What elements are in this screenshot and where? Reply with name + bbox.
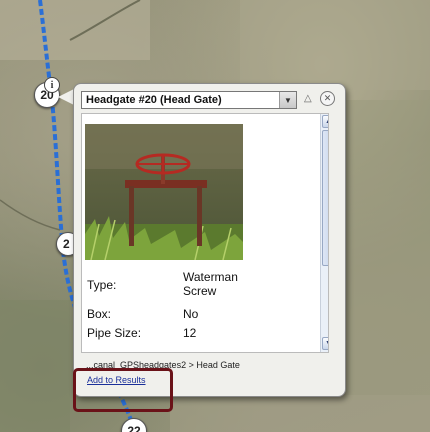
close-icon[interactable]: ✕ bbox=[320, 91, 335, 106]
scroll-down-icon[interactable]: ▼ bbox=[322, 337, 328, 350]
feature-title: Headgate #20 (Head Gate) bbox=[86, 94, 222, 106]
scroll-thumb[interactable] bbox=[322, 130, 328, 266]
attr-value-type: Waterman Screw bbox=[183, 270, 238, 298]
chevron-down-icon[interactable]: ▼ bbox=[279, 92, 296, 108]
attr-label-pipe-size: Pipe Size: bbox=[87, 326, 142, 340]
identify-popup: Headgate #20 (Head Gate) ▼ △ ✕ Type: Wat… bbox=[73, 83, 346, 397]
popup-content: Type: Waterman Screw Box: No Pipe Size: … bbox=[81, 113, 329, 353]
attr-value-pipe-size: 12 bbox=[183, 326, 197, 340]
popup-pointer bbox=[58, 89, 74, 105]
headgate-photo bbox=[85, 124, 243, 260]
highlight-box bbox=[73, 368, 173, 412]
attr-value-box: No bbox=[183, 307, 199, 321]
content-scrollbar[interactable]: ▲ ▼ bbox=[320, 114, 328, 352]
scroll-up-icon[interactable]: ▲ bbox=[322, 115, 328, 128]
attr-label-type: Type: bbox=[87, 278, 117, 292]
attr-label-box: Box: bbox=[87, 307, 112, 321]
feature-select[interactable]: Headgate #20 (Head Gate) ▼ bbox=[81, 91, 297, 109]
collapse-icon[interactable]: △ bbox=[304, 93, 312, 104]
